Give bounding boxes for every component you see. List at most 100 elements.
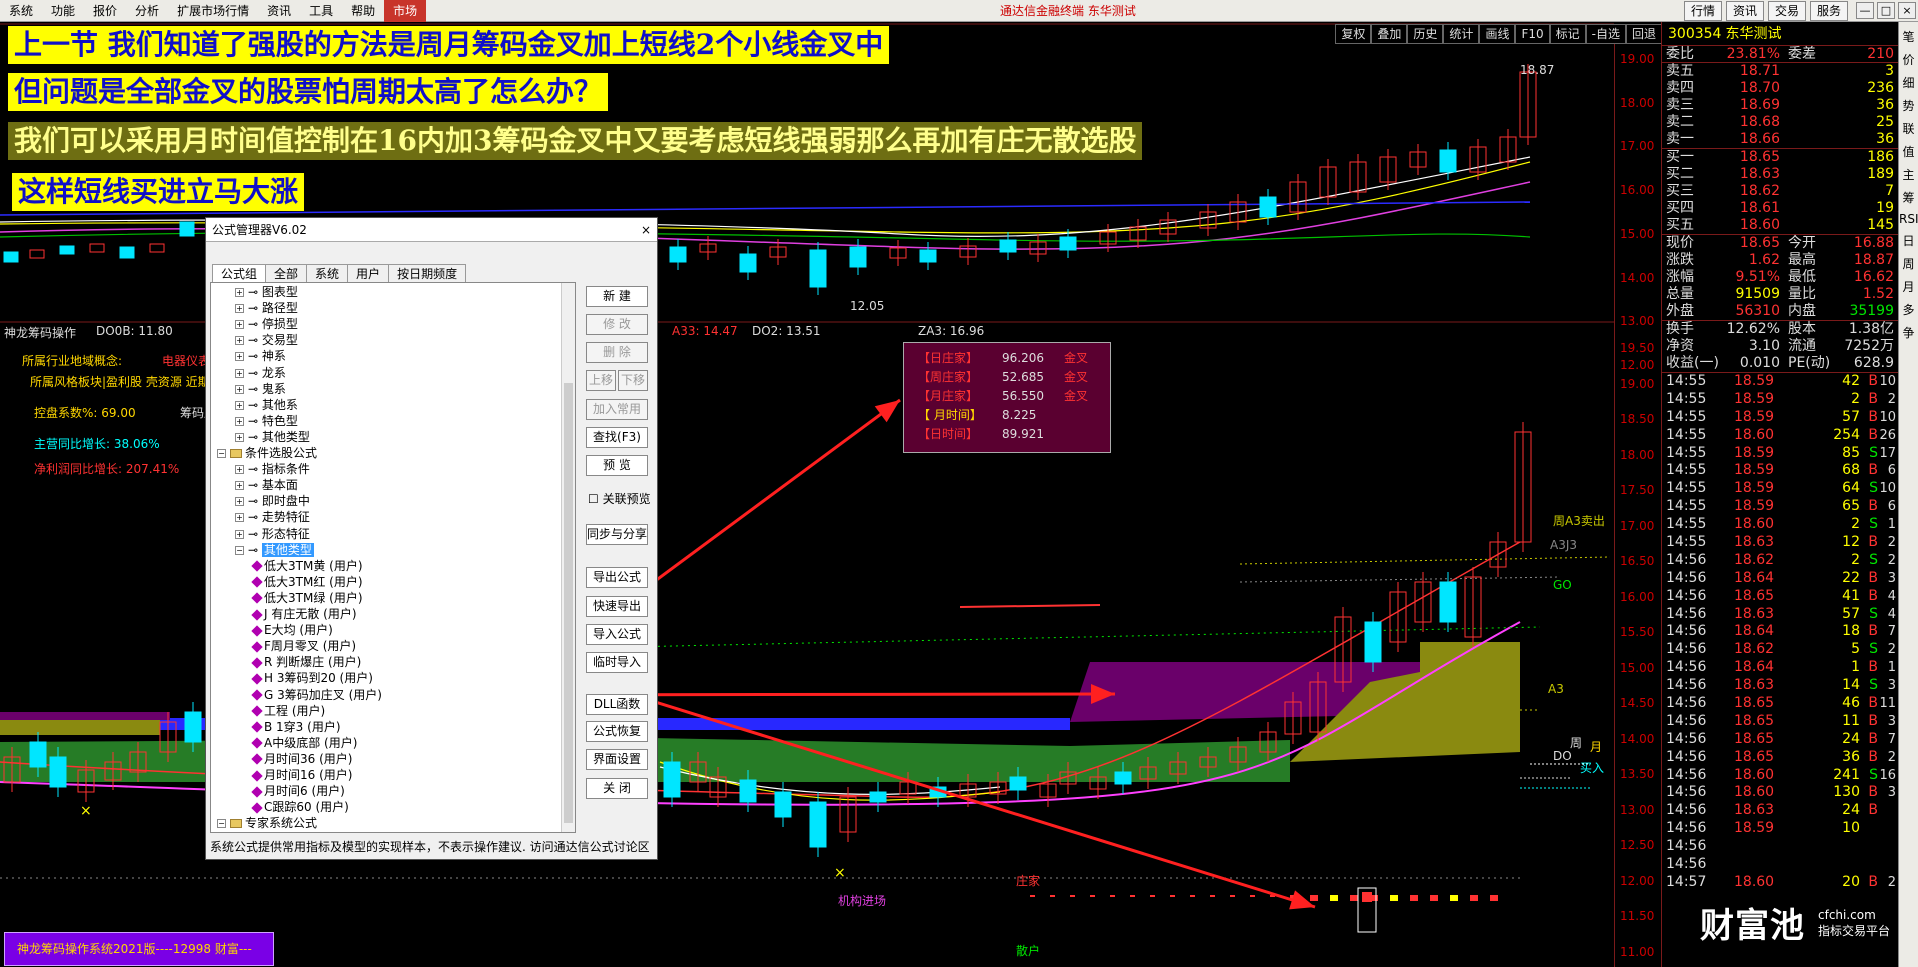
close-icon[interactable]: × [641, 218, 651, 242]
dialog-title-bar[interactable]: 公式管理器V6.02 × [206, 218, 657, 242]
expand-icon[interactable]: + [235, 432, 244, 442]
tree-node[interactable]: 低大3TM绿 (用户) [251, 591, 363, 605]
tree-node[interactable]: + ⊸ 交易型 [235, 333, 298, 347]
chart-tool-8[interactable]: 回退 [1625, 24, 1662, 44]
menu-item-6[interactable]: 工具 [300, 0, 342, 22]
chart-tool-0[interactable]: 复权 [1335, 24, 1372, 44]
tree-node[interactable]: E大均 (用户) [251, 623, 333, 637]
dialog-tab-2[interactable]: 系统 [306, 264, 349, 283]
menu-item-3[interactable]: 分析 [126, 0, 168, 22]
dialog-button-11[interactable]: 临时导入 [586, 652, 648, 673]
tree-node[interactable]: 低大3TM红 (用户) [251, 575, 363, 589]
expand-icon[interactable]: + [235, 400, 244, 410]
tree-node[interactable]: C跟踪60 (用户) [251, 800, 349, 814]
chart-tool-1[interactable]: 叠加 [1371, 24, 1408, 44]
side-tab-9[interactable]: 日 [1899, 232, 1918, 249]
dialog-button-12[interactable]: DLL函数 [586, 694, 648, 715]
tree-node[interactable]: 月时间36 (用户) [251, 752, 352, 766]
menu-item-7[interactable]: 帮助 [342, 0, 384, 22]
expand-icon[interactable]: + [235, 481, 244, 491]
tree-node[interactable]: R 判断爆庄 (用户) [251, 655, 361, 669]
top-button-1[interactable]: 资讯 [1725, 1, 1764, 21]
expand-icon[interactable]: + [235, 416, 244, 426]
tree-node[interactable]: A中级底部 (用户) [251, 736, 357, 750]
side-tab-13[interactable]: 争 [1899, 324, 1918, 341]
tree-node[interactable]: + ⊸ 即时盘中 [235, 494, 310, 508]
side-tab-5[interactable]: 值 [1899, 143, 1918, 160]
expand-icon[interactable]: + [235, 304, 244, 314]
tree-node[interactable]: + ⊸ 其他系 [235, 398, 298, 412]
expand-icon[interactable]: + [235, 529, 244, 539]
dialog-button-13[interactable]: 公式恢复 [586, 721, 648, 742]
tree-node[interactable]: + ⊸ 停损型 [235, 317, 298, 331]
close-window-icon[interactable]: × [1898, 2, 1916, 19]
menu-item-8[interactable]: 市场 [384, 0, 427, 22]
dialog-button-0[interactable]: 新 建 [586, 286, 648, 307]
side-tab-8[interactable]: RSI [1899, 212, 1918, 226]
side-tab-6[interactable]: 主 [1899, 166, 1918, 183]
top-button-2[interactable]: 交易 [1767, 1, 1806, 21]
formula-tree[interactable]: + ⊸ 图表型 + ⊸ 路径型 + ⊸ 停损型 + ⊸ 交易型 + ⊸ 神系 + ⊸ 龙系 + ⊸ 鬼系 +… [210, 282, 576, 833]
expand-icon[interactable]: + [235, 465, 244, 475]
dialog-button-15[interactable]: 关 闭 [586, 778, 648, 799]
tree-node[interactable]: G 3筹码加庄叉 (用户) [251, 688, 382, 702]
tree-node[interactable]: + ⊸ 图表型 [235, 285, 298, 299]
dialog-tab-1[interactable]: 全部 [265, 264, 308, 283]
expand-icon[interactable]: − [217, 819, 226, 829]
tree-node[interactable]: + ⊸ 神系 [235, 349, 286, 363]
scrollbar-thumb[interactable] [564, 383, 573, 823]
side-tab-4[interactable]: 联 [1899, 120, 1918, 137]
tree-node[interactable]: + ⊸ 走势特征 [235, 510, 310, 524]
chart-tool-3[interactable]: 统计 [1443, 24, 1480, 44]
dialog-tab-3[interactable]: 用户 [347, 264, 390, 283]
top-button-3[interactable]: 服务 [1809, 1, 1848, 21]
side-tab-11[interactable]: 月 [1899, 278, 1918, 295]
expand-icon[interactable]: + [235, 497, 244, 507]
chart-tool-5[interactable]: F10 [1515, 24, 1550, 44]
dialog-button-down[interactable]: 下移 [618, 370, 648, 391]
tree-node[interactable]: + ⊸ 形态特征 [235, 527, 310, 541]
preview-checkbox[interactable]: ☐ 关联预览 [588, 490, 651, 507]
dialog-button-6[interactable]: 预 览 [586, 455, 648, 476]
menu-item-5[interactable]: 资讯 [258, 0, 300, 22]
tree-node[interactable]: − ⊸ 其他类型 [235, 542, 314, 557]
dialog-tab-4[interactable]: 按日期频度 [388, 264, 467, 283]
menu-item-0[interactable]: 系统 [0, 0, 42, 22]
tree-node[interactable]: + ⊸ 指标条件 [235, 462, 310, 476]
chart-tool-6[interactable]: 标记 [1549, 24, 1586, 44]
expand-icon[interactable]: − [235, 545, 244, 555]
tree-node[interactable]: 月时间16 (用户) [251, 768, 352, 782]
tree-node[interactable]: H 3筹码到20 (用户) [251, 671, 373, 685]
dialog-button-8[interactable]: 导出公式 [586, 567, 648, 588]
dialog-button-7[interactable]: 同步与分享 [586, 524, 648, 545]
side-tab-1[interactable]: 价 [1899, 51, 1918, 68]
dialog-button-3[interactable]: 上移 [586, 370, 616, 391]
chart-tool-4[interactable]: 画线 [1479, 24, 1516, 44]
side-tab-3[interactable]: 势 [1899, 97, 1918, 114]
side-tab-10[interactable]: 周 [1899, 255, 1918, 272]
tree-node[interactable]: J 有庄无散 (用户) [251, 607, 357, 621]
dialog-button-1[interactable]: 修 改 [586, 314, 648, 335]
tree-node[interactable]: B 1穿3 (用户) [251, 720, 341, 734]
dialog-button-14[interactable]: 界面设置 [586, 749, 648, 770]
dialog-button-9[interactable]: 快速导出 [586, 596, 648, 617]
tree-node[interactable]: + ⊸ 路径型 [235, 301, 298, 315]
side-tab-7[interactable]: 筹 [1899, 189, 1918, 206]
expand-icon[interactable]: + [235, 352, 244, 362]
dialog-tab-0[interactable]: 公式组 [212, 264, 267, 283]
tree-node[interactable]: − 专家系统公式 [217, 816, 317, 830]
chart-tool-2[interactable]: 历史 [1407, 24, 1444, 44]
menu-item-1[interactable]: 功能 [42, 0, 84, 22]
side-tab-12[interactable]: 多 [1899, 301, 1918, 318]
maximize-icon[interactable]: □ [1877, 2, 1895, 19]
tree-node[interactable]: + ⊸ 其他类型 [235, 430, 310, 444]
tree-node[interactable]: + ⊸ 鬼系 [235, 382, 286, 396]
tree-node[interactable]: 工程 (用户) [251, 704, 325, 718]
menu-item-4[interactable]: 扩展市场行情 [168, 0, 258, 22]
expand-icon[interactable]: + [235, 513, 244, 523]
tree-node[interactable]: + ⊸ 基本面 [235, 478, 298, 492]
expand-icon[interactable]: + [235, 368, 244, 378]
expand-icon[interactable]: + [235, 288, 244, 297]
expand-icon[interactable]: + [235, 384, 244, 394]
minimize-icon[interactable]: — [1856, 2, 1874, 19]
